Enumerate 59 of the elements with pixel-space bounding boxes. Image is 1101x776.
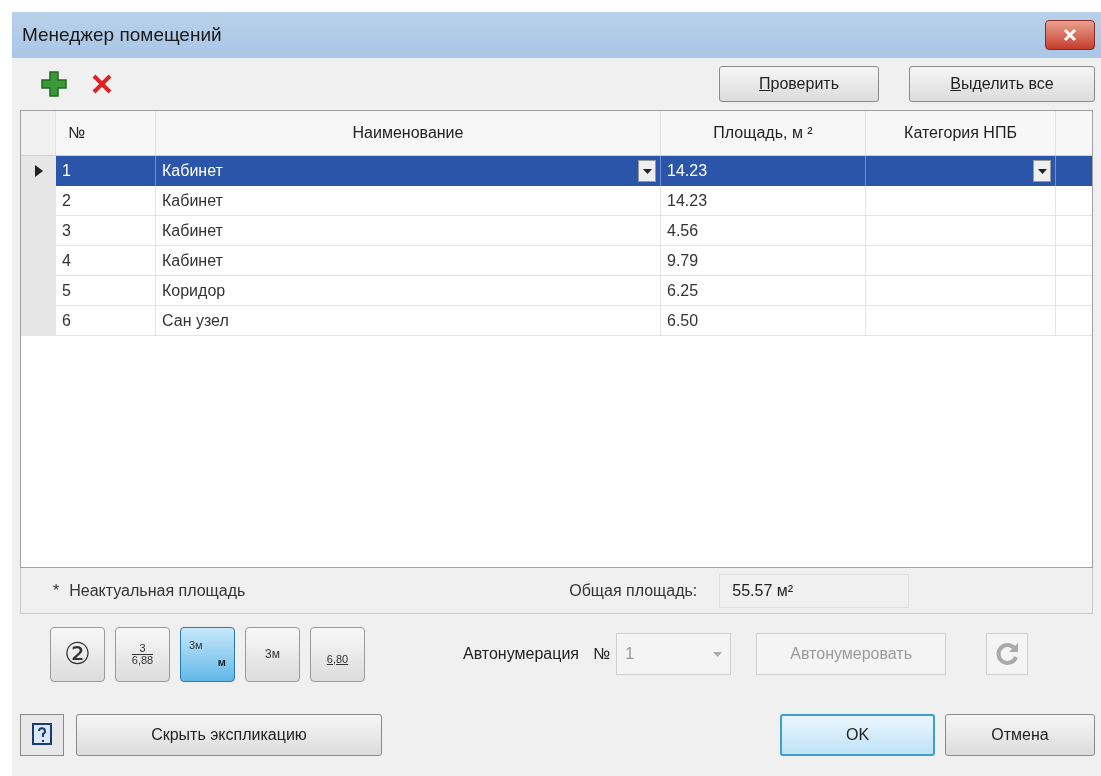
table-row[interactable]: 6 Сан узел 6.50 — [21, 306, 1092, 336]
help-button[interactable] — [20, 714, 64, 756]
toolbar-button[interactable]: Проверить — [719, 66, 879, 102]
close-icon — [1063, 28, 1077, 42]
table-cell-text: 5 — [62, 280, 71, 301]
help-icon — [30, 722, 54, 748]
label-style-button[interactable]: 6,80 — [310, 626, 365, 682]
dropdown-button[interactable] — [1033, 160, 1051, 182]
table-cell-text: Коридор — [162, 280, 226, 301]
cancel-button[interactable]: Отмена — [945, 714, 1095, 756]
table-cell-text: 3 — [62, 220, 71, 241]
table-cell-text: 4.56 — [667, 220, 699, 241]
close-button[interactable] — [1045, 20, 1095, 50]
ok-button[interactable]: OK — [780, 714, 935, 756]
table-row[interactable]: 2 Кабинет 14.23 — [21, 186, 1092, 216]
table-row[interactable]: 1 Кабинет 14.23 — [21, 156, 1092, 186]
table-row[interactable]: 5 Коридор 6.25 — [21, 276, 1092, 306]
column-header[interactable]: № — [56, 111, 156, 155]
hide-explication-button[interactable]: Скрыть экспликацию — [76, 714, 382, 756]
table-cell-text: Кабинет — [162, 220, 223, 241]
caret-icon — [713, 651, 723, 657]
autonumber-label: Автонумерация — [463, 644, 579, 664]
column-header[interactable]: Площадь, м ² — [661, 111, 866, 155]
table-row[interactable]: 3 Кабинет 4.56 — [21, 216, 1092, 246]
total-label: Общая площадь: — [569, 580, 698, 601]
table-cell-text: 14.23 — [667, 161, 708, 181]
total-field: 55.57 м² — [719, 573, 910, 608]
table-cell-text: Кабинет — [162, 161, 223, 181]
toolbar-button[interactable]: Выделить все — [909, 66, 1095, 102]
label-style-button[interactable]: 3м м — [180, 626, 235, 682]
label-style-button[interactable]: 3м — [245, 626, 300, 682]
current-row-icon — [34, 165, 43, 177]
add-icon[interactable] — [40, 70, 68, 98]
caret-icon — [1037, 168, 1047, 174]
table-cell-text: 14.23 — [667, 190, 708, 211]
table-cell-text: Сан узел — [162, 310, 229, 331]
table-cell-text: 2 — [62, 190, 71, 211]
note-text: Неактуальная площадь — [69, 580, 247, 601]
caret-icon — [642, 168, 652, 174]
table-cell-text: Кабинет — [162, 250, 223, 271]
table-row[interactable]: 4 Кабинет 9.79 — [21, 246, 1092, 276]
table-cell-text: 6.50 — [667, 310, 699, 331]
note-mark: * — [53, 580, 60, 601]
table-cell-text: 4 — [62, 250, 71, 271]
label-style-button[interactable]: ② — [50, 626, 105, 682]
row-header[interactable] — [21, 156, 56, 186]
dropdown-button[interactable] — [638, 160, 656, 182]
table-cell-text: 6.25 — [667, 280, 699, 301]
number-label: № — [593, 644, 611, 664]
table-cell-text: 1 — [62, 161, 71, 181]
column-header[interactable]: Категория НПБ — [866, 111, 1056, 155]
table-cell-text: 6 — [62, 310, 71, 331]
column-header[interactable]: Наименование — [156, 111, 661, 155]
label-style-button[interactable]: 3 6,88 — [115, 626, 170, 682]
window-title: Менеджер помещений — [22, 22, 222, 47]
delete-icon[interactable] — [90, 72, 114, 96]
table-cell-text: 9.79 — [667, 250, 699, 271]
table-cell-text: Кабинет — [162, 190, 223, 211]
refresh-icon — [994, 641, 1021, 667]
